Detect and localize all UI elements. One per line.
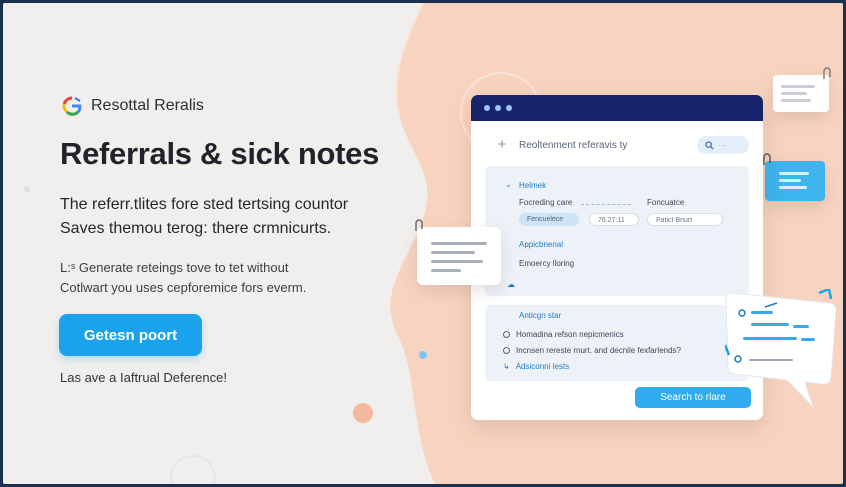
window-dot-icon (506, 105, 512, 111)
paperclip-icon (415, 219, 423, 231)
paperclip-icon (823, 67, 831, 79)
page-canvas: Resottal Reralis Referrals & sick notes … (3, 3, 843, 484)
chevron-down-icon[interactable]: ⌄ (505, 180, 512, 189)
section-heading: Anticgn star (519, 311, 562, 320)
g-logo-icon (62, 96, 82, 116)
link-icon: ↳ (503, 362, 510, 371)
list-item[interactable]: Incnsen rereste rnurt. and decnile fexfa… (503, 346, 681, 355)
radio-button[interactable] (503, 347, 510, 354)
brand: Resottal Reralis (61, 95, 204, 117)
window-dot-icon (495, 105, 501, 111)
plus-icon[interactable]: + (495, 137, 509, 152)
search-input[interactable]: ··· (697, 136, 749, 154)
section-heading: Helmek (519, 181, 547, 190)
time-field[interactable]: 76.27:11 (589, 213, 639, 226)
hero-subtitle-line-1: The referr.tlites fore sted tertsing cou… (60, 196, 349, 213)
list-item-link[interactable]: ↳ Adsiconni lests (503, 362, 569, 371)
form-label: Focreding care (519, 198, 573, 207)
form-label: Emoercy lloring (519, 259, 575, 268)
radio-button[interactable] (503, 331, 510, 338)
list-item[interactable]: Homadina refson nepicmenics (503, 330, 624, 339)
patient-field[interactable]: Patict Bnurt (647, 213, 723, 226)
page-title: Referrals & sick notes (60, 136, 380, 171)
window-dot-icon (484, 105, 490, 111)
floating-note-card-left (417, 227, 501, 285)
get-started-button[interactable]: Getesn poort (59, 314, 202, 356)
hero-description-line-1: L:ˢ Generate reteings tove to tet withou… (60, 260, 289, 275)
checklist-panel: Anticgn star Homadina refson nepicmenics… (485, 305, 749, 381)
form-label: Foncuatce (647, 198, 685, 207)
cloud-icon: ☁ (507, 280, 515, 289)
referral-form-panel: ⌄ Helmek Focreding care Foncuatce Fencue… (485, 166, 749, 296)
dashed-divider (581, 204, 631, 205)
app-header: + Reoltenment referavis ty ··· (495, 133, 749, 157)
hero-description: L:ˢ Generate reteings tove to tet withou… (60, 258, 306, 298)
footnote-text: Las ave a Iaftrual Deference! (60, 370, 227, 385)
hero-subtitle: The referr.tlites fore sted tertsing cou… (60, 193, 348, 241)
speech-bubble-card (725, 289, 837, 408)
window-titlebar (471, 95, 763, 121)
floating-blue-card (765, 161, 825, 201)
brand-name: Resottal Reralis (91, 97, 204, 114)
referral-app-window: + Reoltenment referavis ty ··· ⌄ Helmek … (471, 95, 763, 420)
section-heading: Appicbnenal (519, 240, 564, 249)
search-icon (705, 140, 714, 150)
app-title: Reoltenment referavis ty (519, 139, 628, 151)
care-field[interactable]: Fencuelece (519, 213, 579, 226)
hero-subtitle-line-2: Saves themou terog: there crmnicurts. (60, 220, 332, 237)
hero-description-line-2: Cotlwart you uses cepforemice fors everm… (60, 280, 307, 295)
